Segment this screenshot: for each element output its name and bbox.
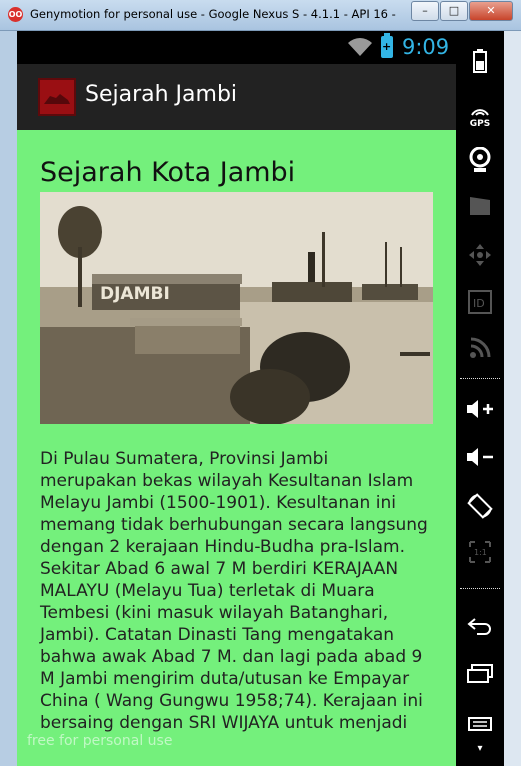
rotate-icon[interactable] (456, 493, 504, 524)
id-icon: ID (456, 290, 504, 319)
rss-icon (456, 337, 504, 364)
dpad-icon (456, 243, 504, 272)
action-bar: Sejarah Jambi (17, 64, 456, 130)
article-line: China ( Wang Gungwu 1958;74). Kerajaan i… (40, 691, 423, 711)
article-line: bahwa awak Abad 7 M. dan lagi pada abad … (40, 647, 423, 667)
article-body: Di Pulau Sumatera, Provinsi Jambi merupa… (40, 448, 440, 734)
article-line: Jambi). Catatan Dinasti Tang mengatakan (40, 625, 395, 645)
close-button[interactable]: ✕ (469, 1, 513, 21)
action-bar-title: Sejarah Jambi (85, 82, 238, 107)
panel-divider (460, 588, 500, 589)
camera-icon[interactable] (456, 146, 504, 178)
article-line: memang tidak berhubungan secara langsung (40, 515, 428, 535)
window-title: Genymotion for personal use - Google Nex… (30, 7, 400, 21)
article-line: MALAYU (Melayu Tua) terletak di Muara (40, 581, 375, 601)
svg-text:ID: ID (473, 297, 485, 310)
recent-apps-icon[interactable] (456, 664, 504, 689)
svg-text:1:1: 1:1 (474, 548, 487, 557)
article-line: Sekitar Abad 6 awal 7 M berdiri KERAJAAN (40, 559, 399, 579)
scale-icon: 1:1 (456, 541, 504, 566)
window-titlebar: OO Genymotion for personal use - Google … (0, 0, 521, 31)
volume-down-icon[interactable] (456, 447, 504, 472)
article-line: M Jambi mengirim duta/utusan ke Empayar (40, 669, 410, 689)
desktop-right-strip (504, 31, 521, 766)
desktop-left-strip (0, 31, 17, 766)
battery-icon: + (381, 33, 393, 58)
gps-icon[interactable]: GPS (456, 97, 504, 129)
article-line: Melayu Jambi (1500-1901). Kesultanan ini (40, 493, 396, 513)
battery-widget-icon[interactable] (456, 49, 504, 78)
menu-icon[interactable] (456, 712, 504, 736)
app-logo-icon[interactable] (38, 78, 76, 116)
status-clock: 9:09 (402, 35, 450, 59)
minimize-button[interactable]: – (411, 1, 439, 21)
wifi-icon (348, 38, 372, 56)
scroll-down-icon[interactable]: ▾ (456, 743, 504, 754)
watermark-text: free for personal use (27, 733, 173, 749)
page-title: Sejarah Kota Jambi (40, 157, 296, 188)
article-line: dengan 2 kerajaan Hindu-Budha pra-Islam. (40, 537, 405, 557)
article-line: Di Pulau Sumatera, Provinsi Jambi (40, 449, 329, 469)
panel-divider (460, 378, 500, 379)
emulator-side-panel: GPS ID 1:1 ▾ (456, 31, 504, 766)
article-line: merupakan bekas wilayah Kesultanan Islam (40, 471, 414, 491)
back-icon[interactable] (456, 616, 504, 640)
status-bar: + 9:09 (17, 31, 456, 64)
volume-up-icon[interactable] (456, 399, 504, 424)
genymotion-app-icon: OO (8, 7, 23, 22)
video-icon (456, 196, 504, 221)
article-line: Tembesi (kini masuk wilayah Batanghari, (40, 603, 389, 623)
historic-harbor-photo: DJAMBI (40, 192, 433, 424)
window-controls: – □ ✕ (410, 1, 513, 21)
photo-sign-text: DJAMBI (100, 284, 170, 304)
maximize-button[interactable]: □ (440, 1, 468, 21)
content-area[interactable]: Sejarah Kota Jambi DJAMBI Di Pulau Sumat… (17, 130, 456, 766)
article-line: bersaing dengan SRI WIJAYA untuk menjadi (40, 713, 408, 733)
